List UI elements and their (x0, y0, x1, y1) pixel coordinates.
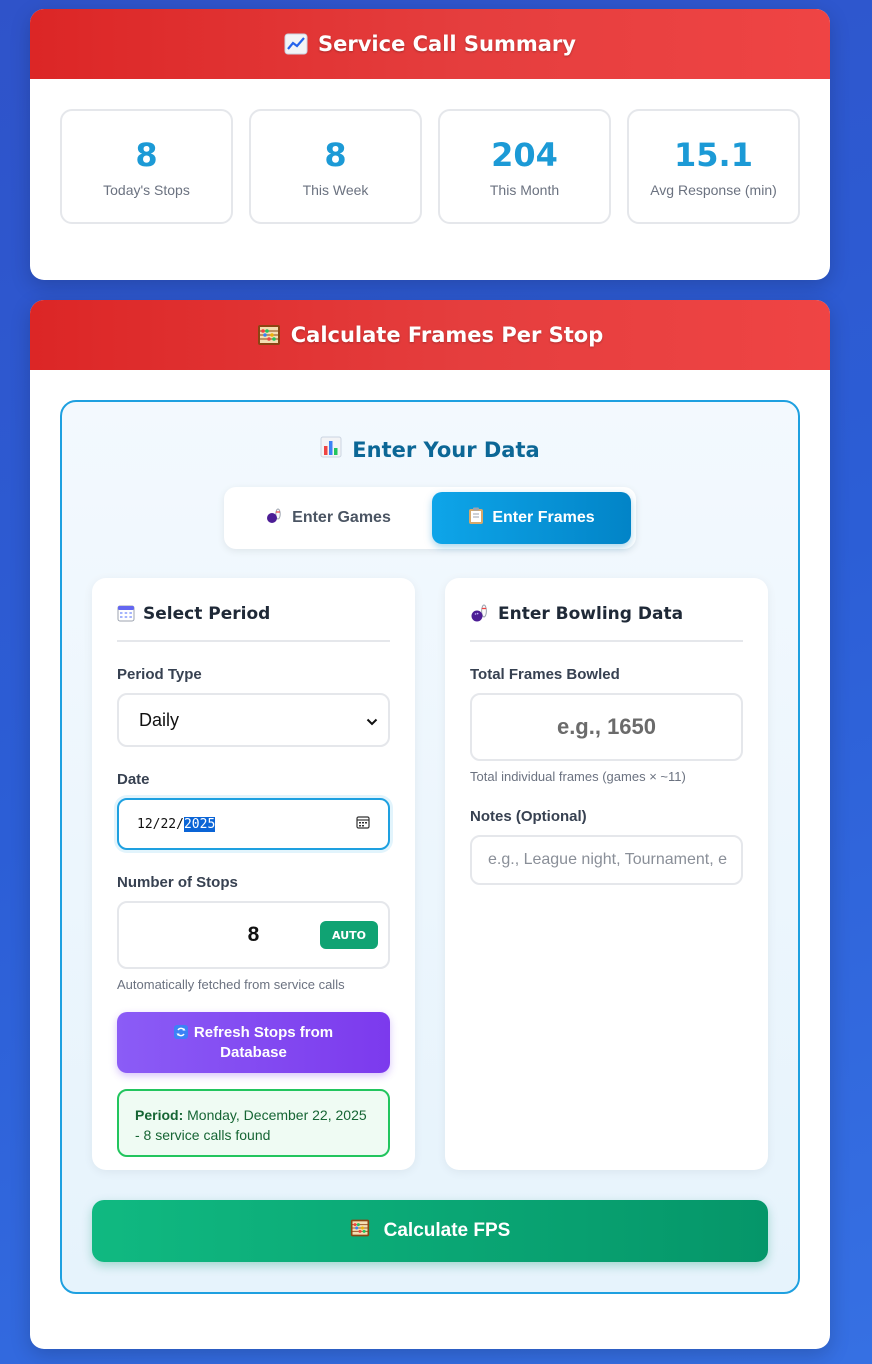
notes-input[interactable]: e.g., League night, Tournament, e (470, 835, 743, 885)
bar-chart-icon (320, 436, 342, 463)
stops-hint: Automatically fetched from service calls (117, 977, 345, 992)
enter-frames-tab[interactable]: Enter Frames (432, 492, 631, 544)
stat-label: Avg Response (min) (650, 181, 777, 198)
stat-this-week: 8 This Week (249, 109, 422, 224)
mode-toggle: Enter Games Enter Frames (224, 487, 636, 549)
frames-hint: Total individual frames (games × ~11) (470, 769, 686, 784)
service-call-summary-card: Service Call Summary 8 Today's Stops 8 T… (30, 9, 830, 280)
refresh-icon (173, 1024, 188, 1044)
notes-placeholder: e.g., League night, Tournament, e (488, 851, 727, 868)
stats-row: 8 Today's Stops 8 This Week 204 This Mon… (60, 109, 800, 224)
total-frames-input[interactable]: e.g., 1650 (470, 693, 743, 761)
stat-label: This Month (489, 181, 560, 198)
frames-label: Total Frames Bowled (470, 666, 620, 683)
chevron-down-icon (366, 710, 378, 731)
bowling-data-title: Enter Bowling Data (470, 578, 743, 642)
date-label: Date (117, 771, 150, 788)
date-input[interactable]: 12/22/2025 (117, 798, 390, 850)
select-period-title: Select Period (117, 578, 390, 642)
notes-label: Notes (Optional) (470, 808, 587, 825)
panel-title: Enter Your Data (62, 436, 798, 463)
period-type-value: Daily (139, 709, 180, 730)
period-type-select[interactable]: Daily (117, 693, 390, 747)
refresh-label-text: Refresh Stops from Database (193, 1023, 334, 1061)
calendar-icon (117, 604, 135, 627)
stat-value: 8 (135, 135, 158, 174)
bowling-data-column: Enter Bowling Data Total Frames Bowled e… (445, 578, 768, 1170)
period-info-prefix: Period: (135, 1107, 184, 1123)
bowling-data-title-text: Enter Bowling Data (498, 604, 684, 624)
auto-badge: AUTO (320, 921, 378, 949)
period-info-box: Period: Monday, December 22, 2025 - 8 se… (117, 1089, 390, 1157)
date-year: 2025 (183, 816, 216, 832)
stat-label: Today's Stops (103, 181, 190, 198)
enter-frames-label: Enter Frames (492, 509, 595, 526)
stat-label: This Week (302, 181, 369, 198)
date-month: 12 (137, 816, 153, 832)
select-period-column: Select Period Period Type Daily Date 12/… (92, 578, 415, 1170)
summary-header: Service Call Summary (30, 9, 830, 79)
stat-today-stops: 8 Today's Stops (60, 109, 233, 224)
refresh-stops-button[interactable]: Refresh Stops from Database (117, 1012, 390, 1073)
stat-value: 8 (324, 135, 347, 174)
frames-placeholder: e.g., 1650 (556, 714, 657, 739)
date-value: 12/22/2025 (137, 816, 216, 832)
clipboard-icon (468, 507, 484, 530)
stops-input[interactable]: 8 AUTO (117, 901, 390, 969)
calculator-title: Calculate Frames Per Stop (290, 323, 604, 347)
enter-games-tab[interactable]: Enter Games (229, 492, 428, 544)
period-type-label: Period Type (117, 666, 202, 683)
calculate-fps-card: Calculate Frames Per Stop Enter Your Dat… (30, 300, 830, 1349)
summary-title: Service Call Summary (318, 32, 576, 56)
stops-label: Number of Stops (117, 874, 238, 891)
calculator-header: Calculate Frames Per Stop (30, 300, 830, 370)
enter-games-label: Enter Games (292, 509, 391, 526)
panel-title-text: Enter Your Data (352, 437, 540, 462)
data-entry-panel: Enter Your Data Enter Games Enter Frames… (60, 400, 800, 1294)
stat-value: 204 (491, 135, 558, 174)
chart-increasing-icon (284, 33, 308, 55)
date-day: 22 (160, 816, 177, 832)
calculate-fps-label: Calculate FPS (383, 1220, 511, 1241)
stat-value: 15.1 (674, 135, 753, 174)
refresh-label: Refresh Stops from Database (157, 1024, 350, 1062)
abacus-icon (350, 1218, 370, 1244)
stat-avg-response: 15.1 Avg Response (min) (627, 109, 800, 224)
bowling-icon (470, 604, 490, 627)
calendar-picker-icon[interactable] (356, 815, 370, 833)
stat-this-month: 204 This Month (438, 109, 611, 224)
abacus-icon (257, 324, 281, 346)
calculate-fps-button[interactable]: Calculate FPS (92, 1200, 768, 1262)
bowling-icon (266, 508, 284, 529)
select-period-title-text: Select Period (143, 604, 271, 624)
